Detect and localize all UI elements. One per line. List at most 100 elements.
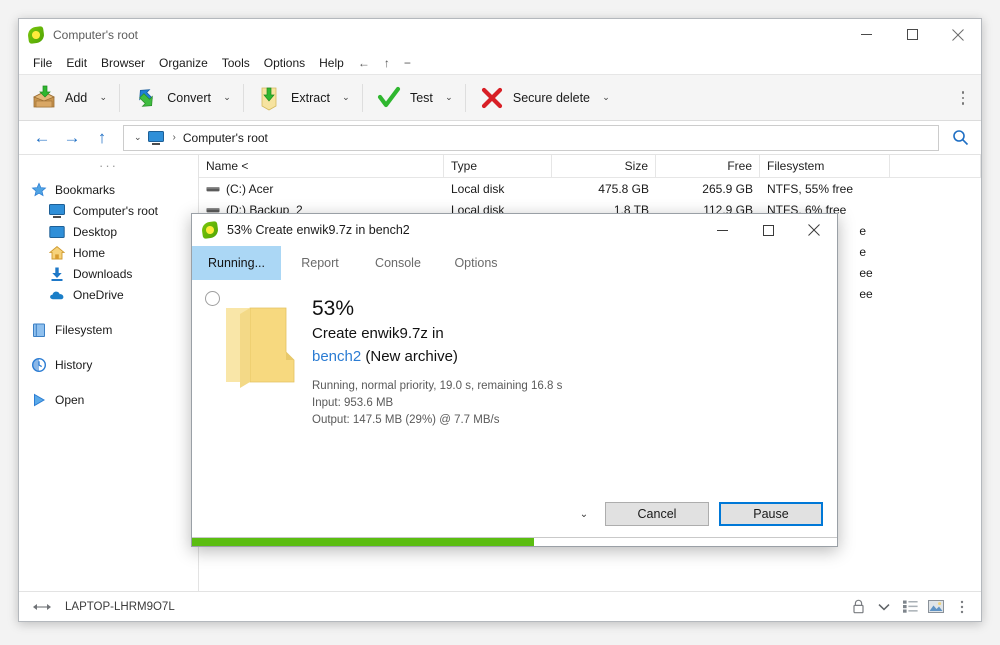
status-left: LAPTOP-LHRM9O7L <box>29 595 845 619</box>
window-titlebar: Computer's root <box>19 19 981 51</box>
back-button[interactable]: ← <box>27 124 57 152</box>
star-icon <box>31 181 47 198</box>
add-button[interactable]: Add <box>23 78 92 118</box>
minimize-icon <box>860 34 872 35</box>
column-header-name[interactable]: Name < <box>199 155 444 177</box>
column-header-spare[interactable] <box>890 155 981 177</box>
pause-button[interactable]: Pause <box>719 502 823 526</box>
cell-filesystem: NTFS, 55% free <box>767 181 854 196</box>
checkmark-icon <box>375 84 403 112</box>
progress-dialog: 53% Create enwik9.7z in bench2 Running..… <box>191 213 838 547</box>
status-kebab-menu-icon[interactable] <box>949 595 975 619</box>
menu-browser[interactable]: Browser <box>94 54 152 72</box>
sidebar-item-label: Home <box>73 245 106 260</box>
chevron-down-icon[interactable] <box>871 595 897 619</box>
dialog-maximize-button[interactable] <box>745 214 791 246</box>
extract-button[interactable]: Extract <box>249 78 335 118</box>
task-target-link[interactable]: bench2 <box>312 348 361 365</box>
footer-dropdown-caret-icon[interactable]: ⌄ <box>573 502 595 526</box>
cell-filesystem: ee <box>859 286 873 301</box>
column-header-filesystem[interactable]: Filesystem <box>760 155 890 177</box>
column-header-size[interactable]: Size <box>552 155 656 177</box>
menu-options[interactable]: Options <box>257 54 312 72</box>
secure-delete-button[interactable]: Secure delete <box>471 78 595 118</box>
cell-free: 265.9 GB <box>702 181 753 196</box>
sidebar-item-computers-root[interactable]: Computer's root <box>19 200 198 221</box>
convert-dropdown-caret-icon[interactable]: ⌄ <box>216 78 238 118</box>
table-row[interactable]: (C:) Acer Local disk 475.8 GB 265.9 GB N… <box>199 178 981 199</box>
toolbar-overflow-kebab-icon[interactable] <box>955 87 971 109</box>
sidebar-item-history[interactable]: History <box>19 354 198 375</box>
busy-spinner-icon <box>205 291 220 306</box>
toolbar-separator <box>243 83 245 112</box>
cell-spare <box>890 199 981 220</box>
dialog-close-button[interactable] <box>791 214 837 246</box>
thumbnail-view-icon[interactable] <box>923 595 949 619</box>
sidebar-item-label: Downloads <box>73 266 133 281</box>
close-icon <box>952 28 964 41</box>
toolbar-separator <box>119 83 121 112</box>
up-button[interactable]: ↑ <box>87 124 117 152</box>
extract-dropdown-caret-icon[interactable]: ⌄ <box>335 78 357 118</box>
column-header-type[interactable]: Type <box>444 155 552 177</box>
menu-minus-icon[interactable]: − <box>397 54 418 72</box>
menu-up-arrow-icon[interactable]: ↑ <box>377 54 397 72</box>
tab-report[interactable]: Report <box>281 246 359 280</box>
computer-icon[interactable] <box>147 130 164 146</box>
menu-tools[interactable]: Tools <box>215 54 257 72</box>
breadcrumb[interactable]: ⌄ › Computer's root <box>123 124 939 151</box>
search-icon[interactable] <box>943 124 977 152</box>
maximize-icon <box>906 29 918 40</box>
menu-edit[interactable]: Edit <box>59 54 94 72</box>
list-view-icon[interactable] <box>897 595 923 619</box>
sidebar-item-filesystem[interactable]: Filesystem <box>19 319 198 340</box>
sidebar-item-label: Bookmarks <box>55 182 116 197</box>
sidebar-item-desktop[interactable]: Desktop <box>19 221 198 242</box>
forward-button[interactable]: → <box>57 124 87 152</box>
test-dropdown-caret-icon[interactable]: ⌄ <box>438 78 460 118</box>
secure-delete-dropdown-caret-icon[interactable]: ⌄ <box>595 78 617 118</box>
lock-icon[interactable] <box>845 595 871 619</box>
progress-bar <box>192 537 837 546</box>
sidebar-item-label: Desktop <box>73 224 118 239</box>
sidebar-overflow-dots[interactable]: ··· <box>19 159 198 179</box>
convert-arrows-icon <box>132 84 160 112</box>
menu-file[interactable]: File <box>26 54 59 72</box>
cell-spare <box>890 178 981 199</box>
maximize-button[interactable] <box>889 19 935 51</box>
detail-line-input: Input: 953.6 MB <box>312 397 394 409</box>
minimize-button[interactable] <box>843 19 889 51</box>
add-dropdown-caret-icon[interactable]: ⌄ <box>92 78 114 118</box>
dialog-minimize-button[interactable] <box>699 214 745 246</box>
menu-help[interactable]: Help <box>312 54 351 72</box>
tab-running[interactable]: Running... <box>192 246 281 280</box>
cell-type: Local disk <box>451 181 505 196</box>
resize-handle-icon[interactable] <box>29 595 55 619</box>
sidebar-item-downloads[interactable]: Downloads <box>19 263 198 284</box>
sidebar-item-onedrive[interactable]: OneDrive <box>19 284 198 305</box>
toolbar-group-add: Add ⌄ <box>23 78 114 118</box>
test-button[interactable]: Test <box>368 78 438 118</box>
folder-icon <box>220 302 300 388</box>
dialog-tabs: Running... Report Console Options <box>192 246 837 280</box>
menu-back-arrow-icon[interactable]: ← <box>351 54 377 72</box>
sidebar-item-label: Computer's root <box>73 203 158 218</box>
close-button[interactable] <box>935 19 981 51</box>
tab-options[interactable]: Options <box>437 246 515 280</box>
book-icon <box>31 322 47 338</box>
sidebar-item-open[interactable]: Open <box>19 389 198 410</box>
menu-organize[interactable]: Organize <box>152 54 215 72</box>
convert-button[interactable]: Convert <box>125 78 216 118</box>
toolbar-separator <box>464 83 466 112</box>
column-header-free[interactable]: Free <box>656 155 760 177</box>
screen-root: Computer's root File Edit Browser Organi… <box>0 0 1000 645</box>
sidebar-item-bookmarks[interactable]: Bookmarks <box>19 179 198 200</box>
sidebar-item-home[interactable]: Home <box>19 242 198 263</box>
peazip-icon <box>26 25 46 44</box>
tab-console[interactable]: Console <box>359 246 437 280</box>
red-x-icon <box>478 84 506 112</box>
breadcrumb-path: Computer's root <box>182 130 268 145</box>
breadcrumb-dropdown-caret-icon[interactable]: ⌄ <box>128 132 148 143</box>
cancel-button[interactable]: Cancel <box>605 502 709 526</box>
desktop-icon <box>49 224 65 240</box>
